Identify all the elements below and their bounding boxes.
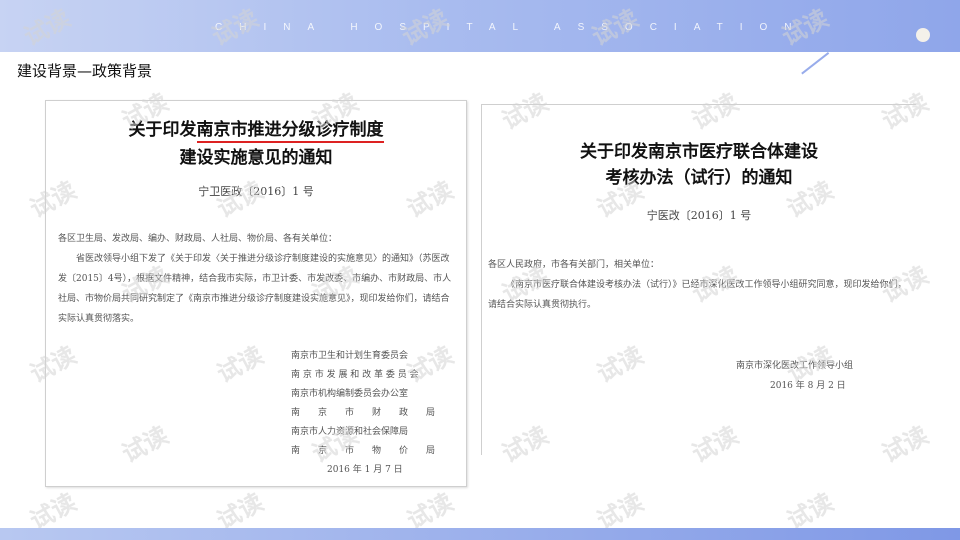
slide-title: 建设背景—政策背景 [17,62,153,80]
doc1-signature: 南京市人力资源和社会保障局 [291,427,409,437]
doc2-addressee: 各区人民政府，市各有关部门，相关单位： [488,260,660,270]
doc1-doc-number: 宁卫医政〔2016〕1 号 [198,185,314,198]
doc1-date: 2016 年 1 月 7 日 [327,465,403,475]
doc1-title-highlight: 南京市推进分级诊疗制度 [196,120,384,143]
document-scan-2: 关于印发南京市医疗联合体建设 考核办法（试行）的通知 宁医改〔2016〕1 号 … [481,104,916,455]
doc1-signature: 南京市机构编制委员会办公室 [291,389,409,399]
banner-text: CHINA HOSPITAL ASSOCIATION [215,22,809,33]
doc1-signature: 南 京 市 物 价 局 [291,446,436,456]
footer-bar [0,528,960,540]
doc1-body: 省医改领导小组下发了《关于印发〈关于推进分级诊疗制度建设的实施意见〉的通知》（苏… [58,254,452,324]
doc2-title-line1: 关于印发南京市医疗联合体建设 [580,142,818,162]
doc1-title-prefix: 关于印发 [128,120,197,140]
doc1-signatures: 南京市卫生和计划生育委员会 南 京 市 发 展 和 改 革 委 员 会 南京市机… [291,347,435,480]
doc1-addressee: 各区卫生局、发改局、编办、财政局、人社局、物价局、各有关单位： [58,234,338,244]
banner-dot [916,28,930,42]
doc1-title-line1: 关于印发南京市推进分级诊疗制度 [46,115,466,143]
header-banner: CHINA HOSPITAL ASSOCIATION [0,0,960,52]
doc2-doc-number: 宁医改〔2016〕1 号 [646,209,752,222]
doc2-date: 2016 年 8 月 2 日 [770,381,846,391]
doc1-title-line2: 建设实施意见的通知 [179,148,333,168]
decorative-slash [801,52,830,75]
doc1-signature: 南京市卫生和计划生育委员会 [291,351,409,361]
doc1-signature: 南 京 市 财 政 局 [291,408,436,418]
document-scan-1: 关于印发南京市推进分级诊疗制度 建设实施意见的通知 宁卫医政〔2016〕1 号 … [45,100,467,487]
doc2-signature: 南京市深化医改工作领导小组 [736,361,854,371]
doc2-title-line2: 考核办法（试行）的通知 [605,168,793,188]
doc2-body: 《南京市医疗联合体建设考核办法（试行）》已经市深化医改工作领导小组研究同意，现印… [488,280,907,310]
doc1-signature: 南 京 市 发 展 和 改 革 委 员 会 [291,370,419,380]
